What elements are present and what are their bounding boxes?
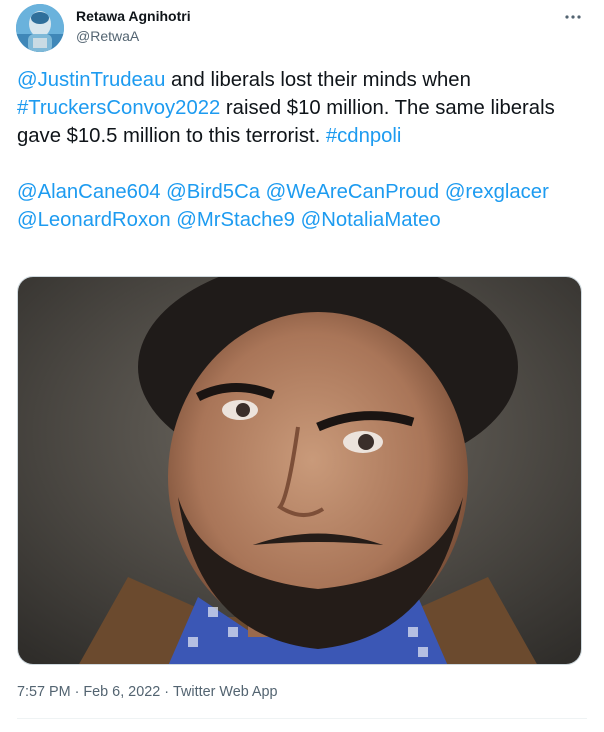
more-horizontal-icon [565,15,581,19]
more-options-button[interactable] [556,6,590,28]
author-display-name[interactable]: Retawa Agnihotri [76,8,191,24]
photo-image [18,277,581,664]
tweet-time[interactable]: 7:57 PM [17,684,71,700]
author-handle[interactable]: @RetwaA [76,28,139,44]
tweet: Retawa Agnihotri @RetwaA @JustinTrudeau … [0,0,604,732]
avatar-image [16,4,64,52]
tweet-paragraph-mentions: @AlanCane604 @Bird5Ca @WeAreCanProud @re… [17,178,587,234]
mention-link[interactable]: @MrStache9 [176,209,295,231]
tweet-photo[interactable] [17,276,582,665]
hashtag-link[interactable]: #cdnpoli [326,125,402,147]
tweet-paragraph-main: @JustinTrudeau and liberals lost their m… [17,66,587,150]
tweet-text: @JustinTrudeau and liberals lost their m… [17,66,587,234]
meta-separator: · [164,684,169,700]
tweet-metadata: 7:57 PM · Feb 6, 2022 · Twitter Web App [17,684,278,700]
mention-link[interactable]: @Bird5Ca [166,181,260,203]
mention-link[interactable]: @JustinTrudeau [17,69,165,91]
mention-link[interactable]: @AlanCane604 [17,181,161,203]
mention-link[interactable]: @WeAreCanProud [266,181,440,203]
tweet-date[interactable]: Feb 6, 2022 [83,684,160,700]
tweet-source[interactable]: Twitter Web App [173,684,278,700]
hashtag-link[interactable]: #TruckersConvoy2022 [17,97,220,119]
divider [17,718,587,719]
avatar[interactable] [16,4,64,52]
mention-link[interactable]: @rexglacer [445,181,549,203]
mention-link[interactable]: @LeonardRoxon [17,209,171,231]
tweet-text-segment: and liberals lost their minds when [165,69,471,91]
meta-separator: · [74,684,80,700]
mention-link[interactable]: @NotaliaMateo [301,209,441,231]
